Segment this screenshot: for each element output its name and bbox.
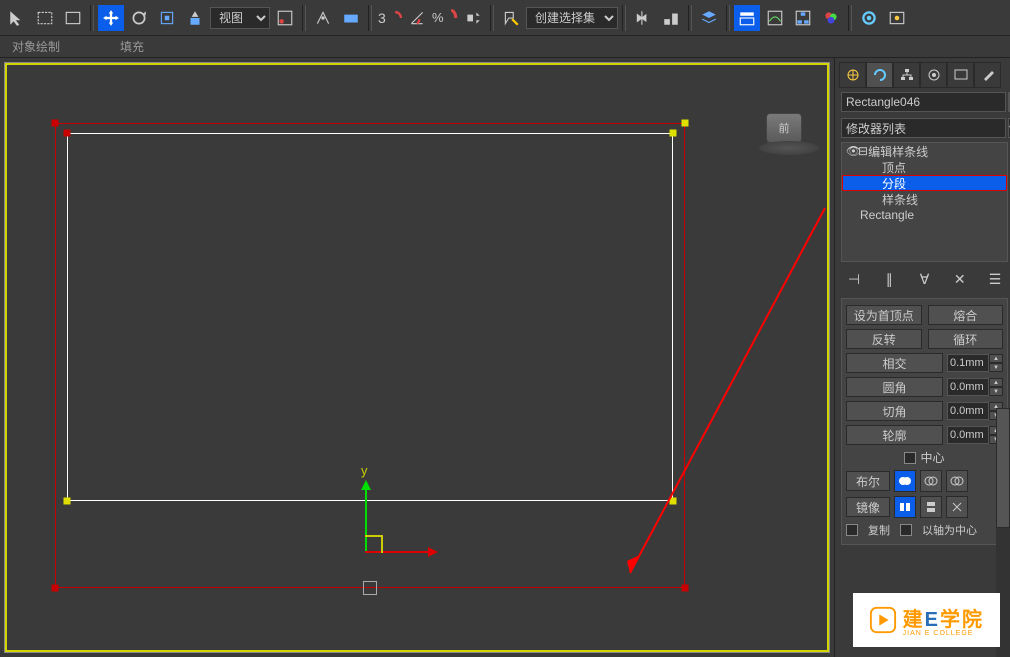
select-rect-icon[interactable] [32,5,58,31]
watermark-logo: 建E学院 JIAN E COLLEGE [853,593,1000,647]
mirror-spline-button[interactable]: 镜像 [846,497,890,517]
stack-item-vertex[interactable]: 顶点 [842,159,1007,175]
configure-icon[interactable]: ☰ [986,270,1004,288]
display-tab-icon[interactable] [947,62,974,88]
geometry-rollout: 设为首顶点 熔合 反转 循环 相交 ▲▼ 圆角 ▲▼ 切角 ▲▼ [841,298,1008,545]
material-editor-icon[interactable] [818,5,844,31]
viewcube[interactable]: 前 [759,113,809,163]
modifier-list-dropdown[interactable] [841,118,1006,138]
make-unique-icon[interactable]: ∀ [916,270,934,288]
copy-checkbox[interactable] [846,524,858,536]
viewport[interactable]: 前 y [4,62,830,653]
pivot-label: 以轴为中心 [922,522,977,538]
pivot-icon[interactable] [272,5,298,31]
object-name-input[interactable] [841,92,1006,112]
mirror-both-icon[interactable] [946,496,968,518]
render-setup-icon[interactable] [856,5,882,31]
boolean-button[interactable]: 布尔 [846,471,890,491]
schematic-icon[interactable] [790,5,816,31]
stack-item-spline[interactable]: 样条线 [842,191,1007,207]
remove-mod-icon[interactable]: ✕ [951,270,969,288]
scrollbar-thumb[interactable] [996,408,1010,528]
modifier-stack[interactable]: 👁⊟ 编辑样条线 顶点 分段 样条线 Rectangle [841,142,1008,262]
ribbon-subbar: 对象绘制 填充 [0,36,1010,58]
rotate-icon[interactable] [126,5,152,31]
curve-editor-icon[interactable] [762,5,788,31]
make-first-button[interactable]: 设为首顶点 [846,305,922,325]
chamfer-value-input[interactable] [947,402,989,420]
reverse-button[interactable]: 反转 [846,329,922,349]
spline-object[interactable] [55,123,685,588]
bool-subtract-icon[interactable] [920,470,942,492]
center-label: 中心 [920,449,944,466]
spinner-snap-icon[interactable] [460,5,486,31]
select-lasso-icon[interactable] [60,5,86,31]
cross-insert-button[interactable]: 相交 [846,353,943,373]
align-tool-icon[interactable] [658,5,684,31]
pivot-checkbox[interactable] [900,524,912,536]
move-icon[interactable] [98,5,124,31]
fillet-button[interactable]: 圆角 [846,377,943,397]
copy-label: 复制 [868,522,890,538]
hierarchy-tab-icon[interactable] [893,62,920,88]
bool-intersect-icon[interactable] [946,470,968,492]
show-end-icon[interactable]: ∥ [880,270,898,288]
manipulate-icon[interactable] [310,5,336,31]
mirror-h-icon[interactable] [894,496,916,518]
pin-stack-icon[interactable]: ⊣ [845,270,863,288]
motion-tab-icon[interactable] [920,62,947,88]
percent-snap-icon[interactable]: % [432,5,458,31]
outline-value-input[interactable] [947,426,989,444]
layers-icon[interactable] [696,5,722,31]
scale-icon[interactable] [154,5,180,31]
main-toolbar: 视图 3 % 创建选择集 [0,0,1010,36]
cross-value-input[interactable] [947,354,989,372]
center-checkbox[interactable] [904,452,916,464]
stack-item-segment[interactable]: 分段 [842,175,1007,191]
stack-item-base[interactable]: Rectangle [842,207,1007,223]
fillet-value-input[interactable] [947,378,989,396]
fuse-button[interactable]: 熔合 [928,305,1004,325]
render-frame-icon[interactable] [884,5,910,31]
stack-item-edit-spline[interactable]: 👁⊟ 编辑样条线 [842,143,1007,159]
stack-toolbar: ⊣ ∥ ∀ ✕ ☰ [841,268,1008,290]
object-paint-label[interactable]: 对象绘制 [12,38,60,55]
utilities-tab-icon[interactable] [974,62,1001,88]
cycle-button[interactable]: 循环 [928,329,1004,349]
panel-tabs [839,62,1010,88]
viewcube-face[interactable]: 前 [766,113,802,143]
bool-union-icon[interactable] [894,470,916,492]
named-selection-select[interactable]: 创建选择集 [526,7,618,29]
modify-tab-icon[interactable] [866,62,893,88]
select-arrow-icon[interactable] [4,5,30,31]
ribbon-toggle-icon[interactable] [734,5,760,31]
placement-icon[interactable] [182,5,208,31]
command-panel: ▾ 👁⊟ 编辑样条线 顶点 分段 样条线 Rectangle ⊣ ∥ ∀ ✕ ☰… [834,58,1010,657]
spinner-up-icon[interactable]: ▲ [989,354,1003,363]
snap-toggle-icon[interactable]: 3 [376,5,402,31]
outline-button[interactable]: 轮廓 [846,425,943,445]
mirror-tool-icon[interactable] [630,5,656,31]
chamfer-button[interactable]: 切角 [846,401,943,421]
angle-snap-icon[interactable] [404,5,430,31]
mirror-v-icon[interactable] [920,496,942,518]
reference-coord-select[interactable]: 视图 [210,7,270,29]
keyboard-icon[interactable] [338,5,364,31]
fill-label[interactable]: 填充 [120,38,144,55]
create-tab-icon[interactable] [839,62,866,88]
named-sel-edit-icon[interactable] [498,5,524,31]
spinner-down-icon[interactable]: ▼ [989,363,1003,372]
